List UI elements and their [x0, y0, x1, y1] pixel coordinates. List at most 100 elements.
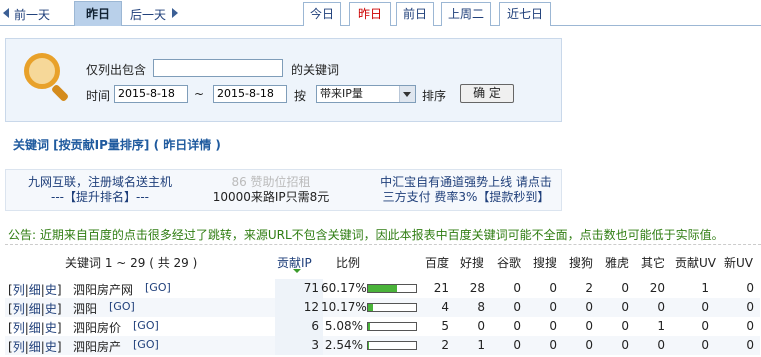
keyword-filter-input[interactable]	[153, 59, 283, 77]
list-link[interactable]: 列	[13, 321, 25, 335]
tab-yesterday[interactable]: 昨日	[349, 2, 391, 26]
arrow-left-icon[interactable]	[3, 8, 9, 18]
header-ratio[interactable]: 比例	[336, 254, 360, 271]
cell-sousou: 0	[549, 338, 557, 352]
magnifier-handle-icon	[50, 83, 70, 103]
cell-sogou: 0	[585, 300, 593, 314]
history-link[interactable]: 史	[45, 283, 57, 297]
tab-last-seven-days[interactable]: 近七日	[499, 2, 551, 26]
ad-line: 九网互联，注册域名送主机	[27, 175, 172, 189]
tab-day-before[interactable]: 前日	[396, 2, 434, 26]
cell-sousou: 0	[549, 300, 557, 314]
cell-sousou: 0	[549, 319, 557, 333]
keyword-cell: 泗阳房价	[73, 321, 122, 335]
cell-sogou: 0	[585, 338, 593, 352]
notice-divider	[5, 244, 761, 245]
notice-text: 公告: 近期来自百度的点击很多经过了跳转，来源URL不包含关键词，因此本报表中百…	[8, 228, 724, 242]
header-haosou[interactable]: 好搜	[460, 254, 484, 271]
history-link[interactable]: 史	[45, 340, 57, 354]
header-sogou[interactable]: 搜狗	[569, 254, 593, 271]
ad-link-zhonghuibao[interactable]: 中汇宝自有通道强势上线 请点击 三方支付 费率3%【提款秒到】	[366, 175, 566, 205]
go-link[interactable]: [GO]	[145, 281, 171, 294]
cell-haosou: 0	[477, 319, 485, 333]
go-link[interactable]: [GO]	[133, 338, 159, 351]
cell-baidu: 4	[441, 300, 449, 314]
confirm-button[interactable]: 确 定	[460, 84, 514, 103]
date-nav: 前一天 昨日 后一天 今日 昨日 前日 上周二 近七日	[0, 0, 761, 26]
header-baidu[interactable]: 百度	[425, 254, 449, 271]
ad-link-sponsor[interactable]: 86 赞助位招租 10000来路IP只需8元	[206, 175, 336, 205]
detail-link[interactable]: 细	[29, 283, 41, 297]
detail-link[interactable]: 细	[29, 321, 41, 335]
ad-strip: 九网互联，注册域名送主机 ---【提升排名】--- 86 赞助位招租 10000…	[5, 169, 562, 211]
current-day-label: 昨日	[74, 1, 122, 26]
cell-baidu: 5	[441, 319, 449, 333]
tab-last-tuesday[interactable]: 上周二	[441, 2, 491, 26]
arrow-right-icon[interactable]	[172, 8, 178, 18]
ad-line: 86 赞助位招租	[231, 175, 311, 189]
cell-new-uv: 0	[746, 338, 754, 352]
chevron-down-icon[interactable]	[399, 86, 415, 102]
ratio-bar-fill	[368, 304, 373, 311]
cell-google: 0	[513, 319, 521, 333]
by-label: 按	[294, 89, 307, 103]
table-row: [列|细|史] 泗阳 12 4 8 0 0 0 0 0 0 0 10.17% [GO]	[5, 298, 760, 317]
cell-other: 0	[657, 338, 665, 352]
go-link[interactable]: [GO]	[133, 319, 159, 332]
detail-link[interactable]: 细	[29, 302, 41, 316]
time-label: 时间	[86, 89, 111, 103]
magnifier-icon	[24, 53, 60, 89]
history-link[interactable]: 史	[45, 302, 57, 316]
date-to-input[interactable]	[213, 85, 287, 103]
next-day-link[interactable]: 后一天	[130, 6, 166, 23]
header-google[interactable]: 谷歌	[497, 254, 521, 271]
sort-select-value: 带来IP量	[320, 87, 363, 100]
ratio-bar	[367, 322, 417, 331]
header-sousou[interactable]: 搜搜	[533, 254, 557, 271]
row-actions: [列|细|史]	[8, 338, 62, 355]
cell-haosou: 1	[477, 338, 485, 352]
cell-baidu: 21	[433, 281, 449, 295]
sort-select[interactable]: 带来IP量	[316, 85, 416, 103]
go-link[interactable]: [GO]	[109, 300, 135, 313]
keyword-cell: 泗阳房产网	[73, 283, 134, 297]
list-link[interactable]: 列	[13, 302, 25, 316]
cell-uv: 0	[701, 319, 709, 333]
date-range-tilde: ~	[194, 87, 205, 101]
cell-other: 20	[649, 281, 665, 295]
header-uv[interactable]: 贡献UV	[675, 254, 716, 271]
filter-panel: 仅列出包含 的关键词 时间 ~ 按 带来IP量 排序 确 定	[5, 38, 562, 122]
list-link[interactable]: 列	[13, 283, 25, 297]
header-keyword: 关键词 1 ~ 29 ( 共 29 )	[65, 256, 198, 270]
history-link[interactable]: 史	[45, 321, 57, 335]
cell-ip: 3	[311, 338, 319, 352]
cell-google: 0	[513, 300, 521, 314]
only-list-label: 仅列出包含	[86, 63, 147, 77]
cell-ratio: 10.17%	[321, 300, 367, 314]
header-yahoo[interactable]: 雅虎	[605, 254, 629, 271]
ad-line: ---【提升排名】---	[51, 190, 149, 204]
table-row: [列|细|史] 泗阳房产网 71 21 28 0 0 2 0 20 1 0 60.17% [GO]	[5, 279, 760, 298]
cell-yahoo: 0	[621, 281, 629, 295]
cell-ratio: 5.08%	[324, 319, 363, 333]
ratio-bar-fill	[368, 323, 371, 330]
prev-day-link[interactable]: 前一天	[14, 6, 50, 23]
list-link[interactable]: 列	[13, 340, 25, 354]
tab-today[interactable]: 今日	[303, 2, 341, 26]
cell-haosou: 28	[469, 281, 485, 295]
row-actions: [列|细|史]	[8, 281, 62, 298]
header-new-uv[interactable]: 新UV	[724, 254, 753, 271]
detail-link[interactable]: 细	[29, 340, 41, 354]
ad-link-jiuwang[interactable]: 九网互联，注册域名送主机 ---【提升排名】---	[10, 175, 190, 205]
cell-new-uv: 0	[746, 281, 754, 295]
separator: ]	[56, 321, 62, 335]
cell-yahoo: 0	[621, 319, 629, 333]
cell-uv: 0	[701, 338, 709, 352]
date-from-input[interactable]	[114, 85, 188, 103]
header-other[interactable]: 其它	[641, 254, 665, 271]
ratio-bar	[367, 341, 417, 350]
page-title: 关键词 [按贡献IP量排序] ( 昨日详情 )	[13, 138, 221, 152]
table-header: 关键词 1 ~ 29 ( 共 29 ) 贡献IP 比例 百度 好搜 谷歌 搜搜 …	[5, 249, 760, 275]
keyword-cell: 泗阳房产	[73, 340, 122, 354]
cell-new-uv: 0	[746, 319, 754, 333]
